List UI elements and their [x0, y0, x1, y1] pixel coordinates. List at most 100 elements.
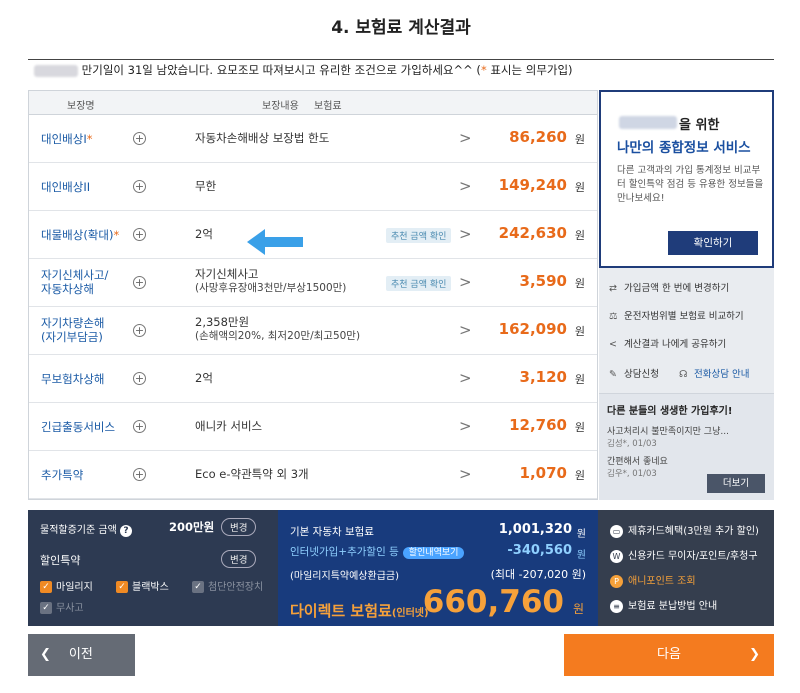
plus-icon[interactable]: + [133, 468, 146, 481]
table-row[interactable]: 대인배상II + 무한 >149,240 원 [29, 163, 597, 211]
won-unit: 원 [574, 469, 585, 482]
share-result-link[interactable]: < 계산결과 나에게 공유하기 [609, 336, 726, 350]
review-meta: 김성*, 01/03 [607, 439, 657, 449]
won-unit: 원 [574, 325, 585, 338]
chevron-right-icon[interactable]: > [459, 273, 472, 291]
table-row[interactable]: 무보험차상해 +2억 >3,120 원 [29, 355, 597, 403]
header-coverage-name: 보장명 [67, 101, 95, 112]
list-icon: ≡ [610, 600, 623, 613]
coverage-name: 자기신체사고/자동차상해 [41, 268, 109, 296]
chevron-right-icon[interactable]: > [459, 321, 472, 339]
phone-consult-link[interactable]: ☊ 전화상담 안내 [679, 366, 749, 380]
coverage-detail: 2,358만원 (손해액의20%, 최저20만/최고50만) [195, 315, 361, 343]
masked-name [34, 64, 78, 77]
won-unit: 원 [574, 181, 585, 194]
chevron-right-icon[interactable]: > [459, 369, 472, 387]
premium-amount: 1,070 [519, 464, 567, 482]
review-text[interactable]: 사고처리시 불만족이지만 그냥... [607, 424, 729, 437]
physical-value: 200만원 [169, 520, 215, 534]
premium-amount: 242,630 [498, 224, 567, 242]
chevron-left-icon: ❮ [40, 647, 51, 662]
no-accident-checkbox[interactable]: ✓ 무사고 [40, 599, 84, 614]
next-button[interactable]: 다음 ❯ [564, 634, 774, 676]
installment-link[interactable]: ≡ 보험료 분납방법 안내 [610, 597, 717, 613]
point-link[interactable]: P 애니포인트 조회 [610, 572, 696, 588]
plus-icon[interactable]: + [133, 180, 146, 193]
share-icon: < [609, 339, 617, 350]
service-description: 다른 고객과의 가입 통계정보 비교부터 할인특약 점검 등 유용한 정보들을 … [617, 165, 764, 204]
table-header: 보장명 보장내용 보험료 [29, 91, 597, 115]
won-unit: 원 [574, 229, 585, 242]
plus-icon[interactable]: + [133, 132, 146, 145]
card-benefit-link[interactable]: ▭ 제휴카드혜택(3만원 추가 할인) [610, 522, 759, 538]
prev-button[interactable]: ❮ 이전 [28, 634, 135, 676]
chevron-right-icon[interactable]: > [459, 465, 472, 483]
safety-device-checkbox[interactable]: ✓ 첨단안전장치 [192, 578, 263, 593]
review-text[interactable]: 간편해서 좋네요 [607, 454, 668, 467]
recommend-amount-button[interactable]: 추천 금액 확인 [386, 228, 452, 243]
service-title: 을 위한 [679, 118, 720, 133]
recommend-amount-button[interactable]: 추천 금액 확인 [386, 276, 452, 291]
more-button[interactable]: 더보기 [707, 474, 765, 493]
coverage-name: 무보험차상해 [41, 372, 105, 386]
premium-amount: 12,760 [509, 416, 567, 434]
chevron-right-icon: ❯ [749, 647, 760, 662]
final-premium-value: 660,760 [422, 584, 564, 620]
premium-amount: 3,590 [519, 272, 567, 290]
side-panel: 을 위한 나만의 종합정보 서비스 다른 고객과의 가입 통계정보 비교부터 할… [599, 90, 774, 500]
compare-driver-link[interactable]: ⚖ 운전자범위별 보험료 비교하기 [609, 308, 744, 322]
swap-icon: ⇄ [609, 283, 617, 294]
base-premium-value: 1,001,320 [498, 522, 572, 537]
header-premium: 보험료 [314, 101, 342, 112]
point-icon: P [610, 575, 623, 588]
table-row[interactable]: 대물배상(확대)* +2억 추천 금액 확인 >242,630 원 [29, 211, 597, 259]
chevron-right-icon[interactable]: > [459, 177, 472, 195]
chevron-right-icon[interactable]: > [459, 225, 472, 243]
won-unit: 원 [574, 277, 585, 290]
change-physical-button[interactable]: 변경 [221, 518, 257, 536]
coverage-name: 긴급출동서비스 [41, 420, 116, 434]
table-row[interactable]: 자기차량손해 (자기부담금) +2,358만원 (손해액의20%, 최저20만/최고5… [29, 307, 597, 355]
table-row[interactable]: 대인배상I* + 자동차손해배상 보장법 한도 >86,260 원 [29, 115, 597, 163]
plus-icon[interactable]: + [133, 420, 146, 433]
confirm-button[interactable]: 확인하기 [668, 231, 758, 255]
premium-panel: 기본 자동차 보험료 1,001,320 원 인터넷가입+추가할인 등 할인내역보… [278, 510, 598, 626]
blackbox-checkbox[interactable]: ✓ 블랙박스 [116, 578, 169, 593]
discount-detail-button[interactable]: 할인내역보기 [402, 547, 465, 559]
table-row[interactable]: 자기신체사고/자동차상해 + 자기신체사고 (사망후유장애3천만/부상1500만) 추천… [29, 259, 597, 307]
info-service-box: 을 위한 나만의 종합정보 서비스 다른 고객과의 가입 통계정보 비교부터 할… [599, 90, 774, 268]
coverage-name: 대인배상II [41, 180, 91, 194]
consult-link[interactable]: ✎ 상담신청 [609, 366, 659, 380]
change-amount-link[interactable]: ⇄ 가입금액 한 번에 변경하기 [609, 280, 729, 294]
reviews-box: 다른 분들의 생생한 가입후기! 사고처리시 불만족이지만 그냥... 김성*,… [599, 393, 774, 500]
help-icon[interactable]: ? [119, 525, 132, 537]
mileage-checkbox[interactable]: ✓ 마일리지 [40, 578, 93, 593]
edit-icon: ✎ [609, 369, 617, 380]
chevron-right-icon[interactable]: > [459, 129, 472, 147]
scale-icon: ⚖ [609, 311, 618, 322]
change-discount-button[interactable]: 변경 [221, 550, 257, 568]
won-icon: W [610, 550, 623, 563]
table-row[interactable]: 추가특약 + Eco e-약관특약 외 3개 >1,070 원 [29, 451, 597, 499]
coverage-detail: 2억 [195, 227, 213, 241]
won-unit: 원 [574, 421, 585, 434]
coverage-detail: 무한 [195, 179, 217, 193]
coverage-detail: 자기신체사고 (사망후유장애3천만/부상1500만) [195, 267, 347, 295]
plus-icon[interactable]: + [133, 276, 146, 289]
plus-icon[interactable]: + [133, 372, 146, 385]
chevron-right-icon[interactable]: > [459, 417, 472, 435]
physical-label: 물적할증기준 금액 ? [40, 521, 132, 537]
coverage-detail: Eco e-약관특약 외 3개 [195, 467, 309, 481]
arrow-left-icon [247, 229, 303, 255]
coverage-name: 대인배상I* [41, 132, 93, 146]
premium-amount: 149,240 [498, 176, 567, 194]
service-subtitle: 나만의 종합정보 서비스 [617, 140, 751, 156]
summary-bar: 물적할증기준 금액 ? 200만원 변경 할인특약 변경 ✓ 마일리지 ✓ 블랙박스… [28, 510, 774, 626]
table-row[interactable]: 긴급출동서비스 + 애니카 서비스 >12,760 원 [29, 403, 597, 451]
premium-amount: 3,120 [519, 368, 567, 386]
plus-icon[interactable]: + [133, 324, 146, 337]
benefits-panel: ▭ 제휴카드혜택(3만원 추가 할인) W 신용카드 무이자/포인트/후청구 P 애니… [598, 510, 774, 626]
credit-card-link[interactable]: W 신용카드 무이자/포인트/후청구 [610, 547, 758, 563]
plus-icon[interactable]: + [133, 228, 146, 241]
coverage-table: 보장명 보장내용 보험료 대인배상I* + 자동차손해배상 보장법 한도 >86,26… [28, 90, 598, 500]
